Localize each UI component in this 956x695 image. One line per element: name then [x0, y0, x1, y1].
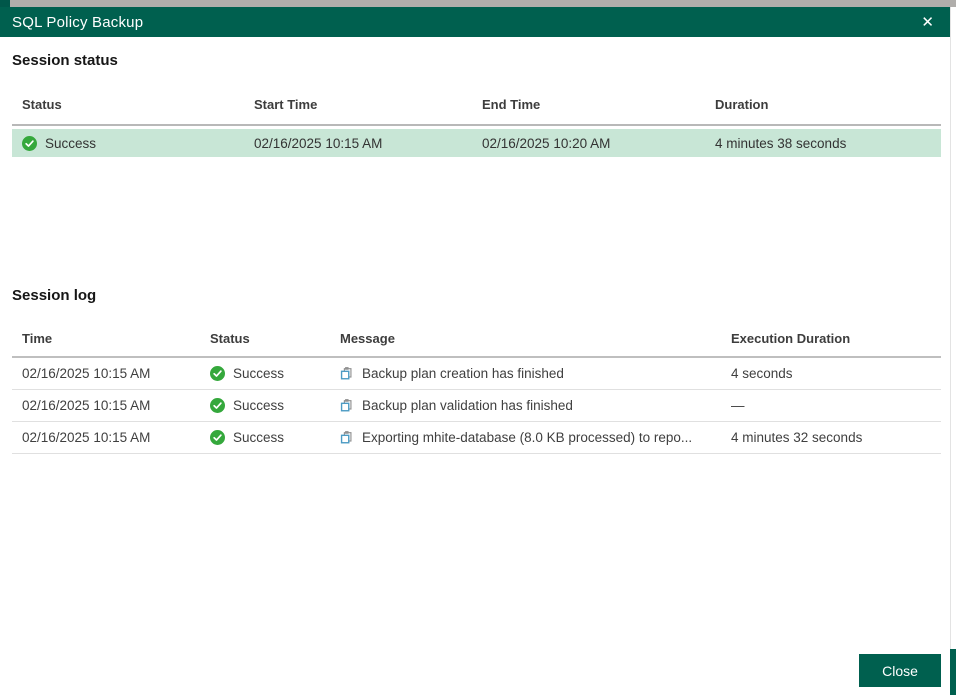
background-window-right-edge — [950, 7, 956, 695]
column-header-time: Time — [22, 331, 53, 346]
success-check-icon — [210, 430, 225, 445]
column-header-start-time: Start Time — [254, 97, 318, 112]
dialog-body: Session status Status Start Time End Tim… — [0, 37, 950, 695]
log-status-text: Success — [233, 430, 285, 445]
log-message-text: Backup plan creation has finished — [362, 366, 564, 381]
column-header-end-time: End Time — [482, 97, 541, 112]
session-status-row[interactable]: Success 02/16/2025 10:15 AM 02/16/2025 1… — [12, 129, 941, 157]
log-message-cell: Backup plan validation has finished — [340, 398, 731, 413]
log-execution-duration-cell: — — [731, 398, 745, 413]
background-window-corner — [0, 0, 10, 7]
success-check-icon — [22, 135, 37, 151]
session-log-row[interactable]: 02/16/2025 10:15 AM Success Backup plan … — [12, 358, 941, 390]
column-header-duration: Duration — [715, 97, 769, 112]
copy-message-icon[interactable] — [340, 398, 354, 413]
log-execution-duration-cell: 4 seconds — [731, 366, 793, 381]
session-log-row[interactable]: 02/16/2025 10:15 AM Success Exporting mh… — [12, 422, 941, 454]
duration-cell: 4 minutes 38 seconds — [715, 135, 847, 151]
end-time-cell: 02/16/2025 10:20 AM — [482, 135, 611, 151]
status-text: Success — [45, 135, 97, 151]
log-message-cell: Exporting mhite-database (8.0 KB process… — [340, 430, 731, 445]
log-status-text: Success — [233, 366, 285, 381]
session-log-heading: Session log — [12, 287, 97, 304]
log-status-cell: Success — [210, 366, 340, 381]
success-check-icon — [210, 398, 225, 413]
session-log-row[interactable]: 02/16/2025 10:15 AM Success Backup plan … — [12, 390, 941, 422]
log-message-text: Backup plan validation has finished — [362, 398, 573, 413]
close-button[interactable]: Close — [859, 654, 941, 687]
log-time-cell: 02/16/2025 10:15 AM — [22, 398, 151, 413]
session-log-table-header: Time Status Message Execution Duration — [12, 331, 941, 358]
dialog-title: SQL Policy Backup — [12, 13, 144, 31]
log-status-cell: Success — [210, 430, 340, 445]
log-message-cell: Backup plan creation has finished — [340, 366, 731, 381]
sql-policy-backup-dialog: SQL Policy Backup ✕ Session status Statu… — [0, 7, 950, 695]
log-status-text: Success — [233, 398, 285, 413]
column-header-message: Message — [340, 331, 395, 346]
log-time-cell: 02/16/2025 10:15 AM — [22, 366, 151, 381]
log-execution-duration-cell: 4 minutes 32 seconds — [731, 430, 863, 445]
log-status-cell: Success — [210, 398, 340, 413]
dialog-header: SQL Policy Backup ✕ — [0, 7, 950, 37]
background-teal-block — [950, 649, 956, 695]
session-status-table-header: Status Start Time End Time Duration — [12, 97, 941, 126]
success-check-icon — [210, 366, 225, 381]
copy-message-icon[interactable] — [340, 430, 354, 445]
background-window-top-edge — [0, 0, 956, 7]
column-header-log-status: Status — [210, 331, 250, 346]
copy-message-icon[interactable] — [340, 366, 354, 381]
session-status-heading: Session status — [12, 52, 118, 69]
column-header-status: Status — [22, 97, 62, 112]
close-icon[interactable]: ✕ — [919, 13, 936, 32]
start-time-cell: 02/16/2025 10:15 AM — [254, 135, 383, 151]
log-message-text: Exporting mhite-database (8.0 KB process… — [362, 430, 693, 445]
status-cell: Success — [22, 135, 254, 151]
log-time-cell: 02/16/2025 10:15 AM — [22, 430, 151, 445]
column-header-execution-duration: Execution Duration — [731, 331, 851, 346]
